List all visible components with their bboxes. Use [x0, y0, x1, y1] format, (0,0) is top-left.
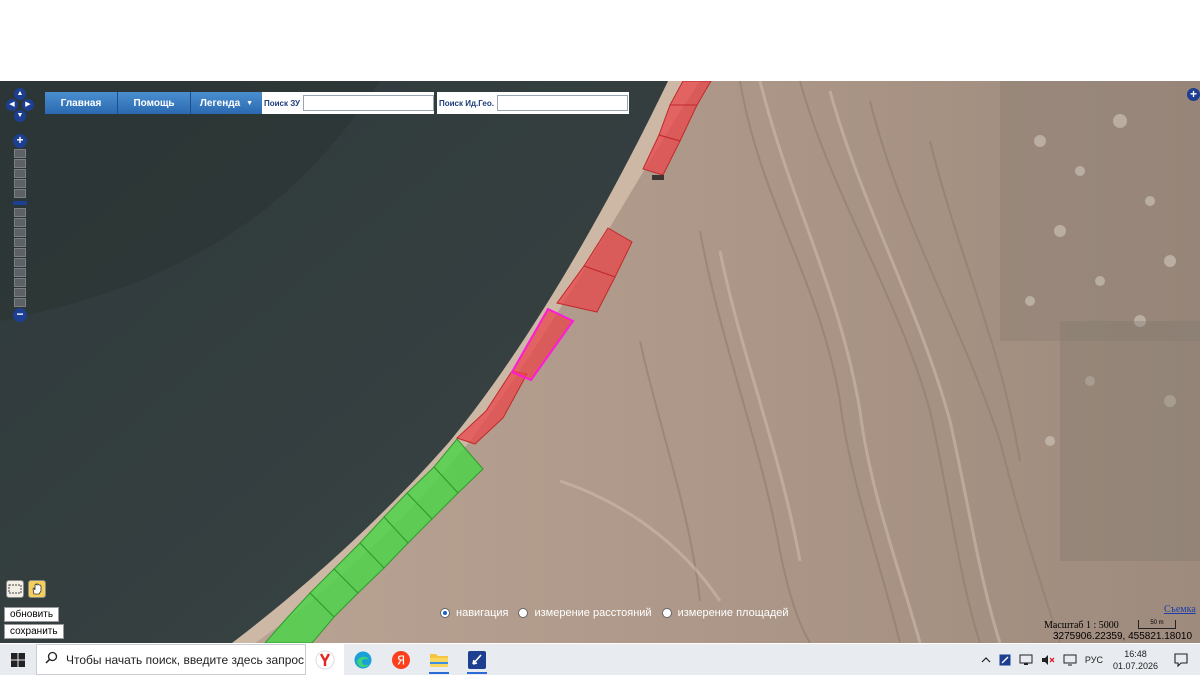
building [652, 175, 664, 180]
taskbar-search[interactable]: Чтобы начать поиск, введите здесь запрос [36, 644, 306, 675]
taskbar-search-placeholder: Чтобы начать поиск, введите здесь запрос [66, 652, 305, 667]
language-indicator[interactable]: РУС [1085, 655, 1103, 665]
yandex-icon[interactable]: Я [382, 644, 420, 675]
zoom-level[interactable] [14, 189, 26, 198]
zoom-control: + − [13, 134, 27, 322]
selected-parcel[interactable] [510, 307, 575, 382]
pan-down-icon[interactable]: ▼ [14, 110, 26, 122]
svg-text:Я: Я [397, 653, 405, 667]
land-search: Поиск ЗУ [262, 92, 434, 114]
pan-left-icon[interactable]: ◀ [6, 99, 18, 111]
search-icon [45, 651, 58, 669]
mode-measure-area[interactable]: измерение площадей [661, 607, 789, 619]
parcel[interactable] [658, 104, 698, 142]
scale-bar: 50 m [1138, 620, 1176, 629]
zoom-in-button[interactable]: + [13, 134, 27, 148]
file-explorer-icon[interactable] [420, 644, 458, 675]
zoom-level[interactable] [14, 258, 26, 267]
zoom-level[interactable] [14, 159, 26, 168]
geo-search-input[interactable] [496, 95, 628, 111]
clock-date: 01.07.2026 [1112, 660, 1158, 671]
menu-help-button[interactable]: Помощь [118, 92, 191, 114]
volume-muted-icon[interactable] [1041, 654, 1055, 666]
display-icon[interactable] [1063, 654, 1077, 666]
mode-navigation[interactable]: навигация [440, 607, 508, 619]
menu-legend-button[interactable]: Легенда ▼ [191, 92, 263, 114]
main-menu: Главная Помощь Легенда ▼ [45, 92, 263, 114]
pan-control: ▲ ◀ ▶ ▼ [6, 88, 34, 128]
menu-home-button[interactable]: Главная [45, 92, 118, 114]
mode-measure-distance-label: измерение расстояний [534, 607, 652, 619]
cursor-coordinates: 3275906.22359, 455821.18010 [1053, 631, 1193, 642]
mode-measure-area-label: измерение площадей [677, 607, 789, 619]
clock-time: 16:48 [1124, 648, 1147, 659]
zoom-level[interactable] [14, 238, 26, 247]
geo-search: Поиск Ид.Гео. [437, 92, 629, 114]
geo-search-label: Поиск Ид.Гео. [439, 98, 494, 108]
chevron-up-icon[interactable] [981, 656, 991, 664]
parcel[interactable] [642, 134, 681, 176]
tray-app-icon[interactable] [999, 654, 1011, 666]
yandex-browser-icon[interactable] [306, 644, 344, 675]
clock[interactable]: 16:48 01.07.2026 [1113, 648, 1158, 672]
zoom-slider-handle[interactable] [13, 201, 27, 205]
survey-link[interactable]: Съемка [1164, 604, 1196, 615]
taskbar: Чтобы начать поиск, введите здесь запрос… [0, 644, 1200, 675]
network-icon[interactable] [1019, 654, 1033, 666]
notifications-icon[interactable] [1174, 652, 1188, 667]
scale-text: Масштаб 1 : 5000 [1044, 620, 1119, 631]
land-search-label: Поиск ЗУ [264, 98, 300, 108]
parcel[interactable] [669, 81, 712, 106]
menu-legend-label: Легенда [199, 97, 241, 109]
zoom-level[interactable] [14, 268, 26, 277]
zoom-level[interactable] [14, 228, 26, 237]
zoom-level[interactable] [14, 179, 26, 188]
expand-panel-button[interactable]: + [1187, 88, 1200, 101]
zoom-level[interactable] [14, 149, 26, 158]
land-search-input[interactable] [302, 95, 434, 111]
zoom-level[interactable] [14, 278, 26, 287]
app-icon[interactable] [458, 644, 496, 675]
radio-navigation[interactable] [440, 608, 450, 618]
chevron-down-icon: ▼ [246, 99, 254, 107]
system-tray: РУС 16:48 01.07.2026 [977, 644, 1200, 675]
zoom-level[interactable] [14, 288, 26, 297]
zoom-level[interactable] [14, 218, 26, 227]
pan-up-icon[interactable]: ▲ [14, 88, 26, 100]
mode-measure-distance[interactable]: измерение расстояний [518, 607, 652, 619]
parcels-layer [264, 81, 712, 643]
radio-measure-area[interactable] [661, 608, 672, 618]
zoom-level[interactable] [14, 208, 26, 217]
windows-start-icon[interactable] [0, 644, 36, 675]
save-button[interactable]: сохранить [4, 624, 64, 639]
refresh-button[interactable]: обновить [4, 607, 60, 622]
red-parcels [456, 81, 712, 445]
mode-selector: навигация измерение расстояний измерение… [440, 607, 799, 619]
select-tool-icon[interactable] [6, 580, 24, 598]
zoom-level[interactable] [14, 298, 26, 307]
zoom-slider[interactable] [13, 149, 27, 307]
hand-pan-icon[interactable] [28, 580, 46, 598]
mode-navigation-label: навигация [456, 607, 509, 619]
zoom-level[interactable] [14, 248, 26, 257]
pan-right-icon[interactable]: ▶ [22, 99, 34, 111]
radio-measure-distance[interactable] [518, 608, 529, 618]
parcel[interactable] [456, 370, 528, 445]
map-viewport[interactable] [0, 81, 1200, 643]
zoom-out-button[interactable]: − [13, 308, 27, 322]
edge-icon[interactable] [344, 644, 382, 675]
zoom-level[interactable] [14, 169, 26, 178]
